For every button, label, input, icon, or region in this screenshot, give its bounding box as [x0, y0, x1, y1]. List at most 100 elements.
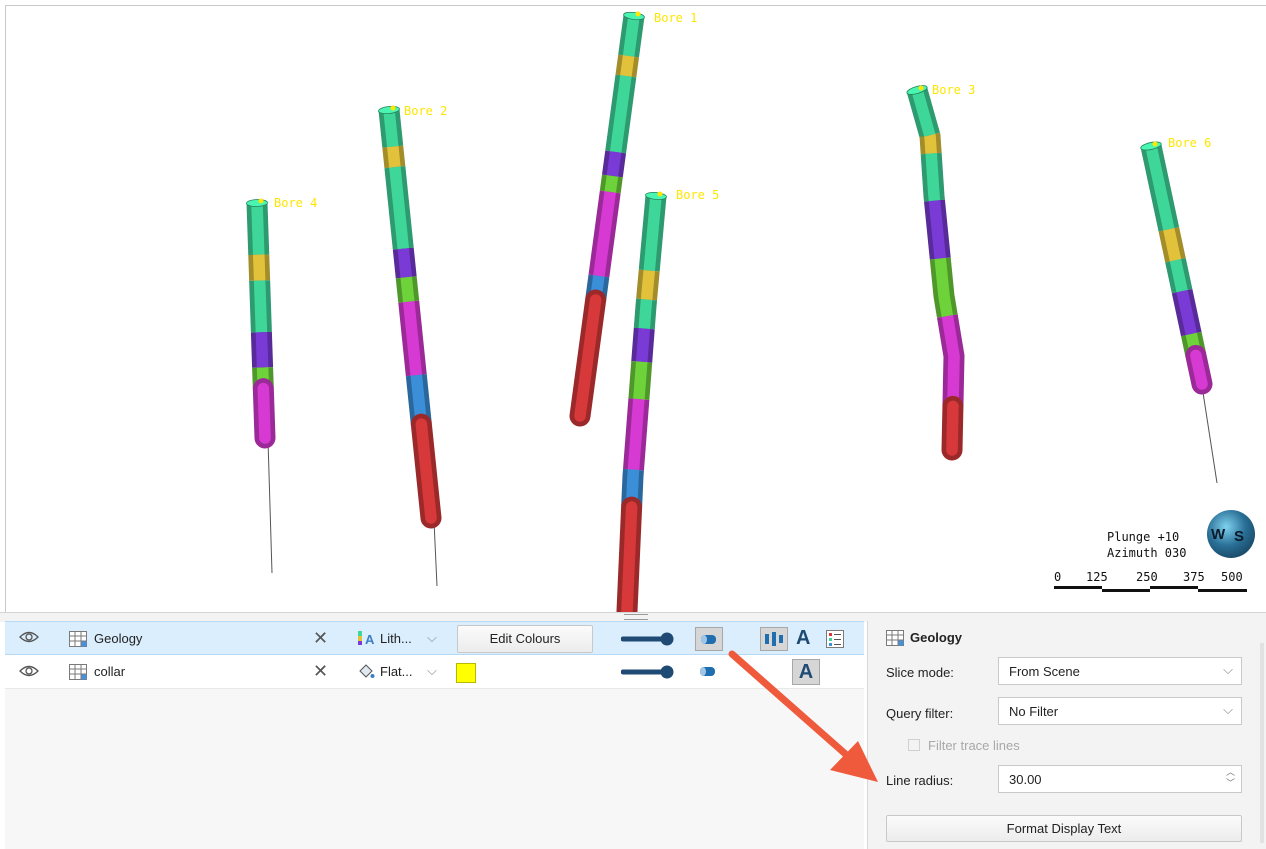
opacity-slider[interactable] [620, 631, 677, 650]
bore-4-interval-highlight [252, 254, 266, 281]
bore-5-interval-highlight [638, 299, 653, 330]
scale-label-500: 500 [1221, 570, 1243, 584]
bore-3-interval-highlight [924, 133, 937, 154]
filter-trace-checkbox[interactable] [908, 739, 920, 751]
scale-label-0: 0 [1054, 570, 1062, 584]
cylinder-display-toggle[interactable] [695, 660, 723, 684]
scene-viewport[interactable]: Bore 1 Bore 2 Bore 3 Bore 4 Bore 5 Bore … [5, 5, 1266, 613]
legend-icon[interactable] [826, 630, 844, 651]
bore-3-interval-highlight [928, 200, 946, 260]
text-label-icon[interactable]: A [792, 659, 820, 685]
azimuth-readout: Azimuth 030 [1107, 546, 1187, 560]
bore-6-collar-marker [1152, 141, 1158, 147]
layer-name: collar [94, 664, 126, 679]
layer-list-panel: Geology ✕ A Lith... ⌵ Edit Colours A col… [5, 621, 864, 849]
line-radius-label: Line radius: [886, 773, 954, 788]
bore-5-interval-highlight [640, 270, 655, 301]
globe-compass-icon[interactable]: W S [1207, 510, 1255, 558]
bore-5-interval-highlight [635, 328, 651, 363]
properties-panel: Geology Slice mode: From Scene ⌵ Query f… [867, 621, 1266, 849]
layer-row-collar[interactable]: collar ✕ Flat... ⌵ A [5, 655, 864, 689]
bore-2-trace-line [433, 520, 438, 587]
bore-6-interval-highlight [1190, 349, 1208, 390]
scale-bar [1054, 586, 1247, 592]
bore-4-interval-highlight [253, 280, 268, 333]
split-display-toggle[interactable] [760, 627, 788, 651]
slice-mode-select[interactable]: From Scene ⌵ [998, 657, 1242, 685]
opacity-slider[interactable] [620, 664, 677, 683]
bore-5-drillhole[interactable] [616, 191, 667, 613]
bore-1-interval-highlight [606, 151, 622, 177]
bore-6-drillhole[interactable] [1140, 140, 1218, 484]
chevron-down-icon: ⌵ [1223, 662, 1233, 677]
bore-4-interval-highlight [251, 202, 265, 255]
bore-3-interval-highlight [934, 257, 954, 318]
eye-icon[interactable] [19, 630, 39, 647]
layer-row-geology[interactable]: Geology ✕ A Lith... ⌵ Edit Colours A [5, 621, 864, 655]
bore-3-drillhole[interactable] [906, 84, 965, 461]
scale-label-250: 250 [1136, 570, 1158, 584]
bore-3-interval-highlight [946, 400, 959, 456]
bore-label-1: Bore 1 [654, 11, 698, 25]
bore-2-interval-highlight [397, 248, 412, 278]
scrollbar[interactable] [1260, 643, 1264, 843]
bore-5-collar-marker [657, 191, 663, 197]
bore-2-interval-highlight [383, 109, 399, 148]
bore-2-interval-highlight [402, 301, 423, 376]
chevron-down-icon: ⌵ [1223, 702, 1233, 717]
bore-6-trace-line [1201, 385, 1218, 484]
bore-label-2: Bore 2 [404, 104, 448, 118]
svg-text:A: A [365, 632, 375, 646]
slice-mode-label: Slice mode: [886, 665, 954, 680]
paint-bucket-icon [357, 663, 375, 682]
compass-letter-w: W [1211, 526, 1226, 543]
bore-4-drillhole[interactable] [246, 198, 276, 574]
bore-label-3: Bore 3 [932, 83, 976, 97]
bore-label-4: Bore 4 [274, 196, 318, 210]
close-icon[interactable]: ✕ [313, 661, 328, 682]
scale-label-375: 375 [1183, 570, 1205, 584]
bore-4-collar-marker [258, 198, 264, 204]
edit-colours-button[interactable]: Edit Colours [457, 625, 593, 653]
close-icon[interactable]: ✕ [313, 628, 328, 649]
chevron-down-icon[interactable]: ⌵ [427, 663, 437, 679]
bore-4-interval-highlight [257, 382, 271, 444]
table-icon [69, 664, 87, 683]
query-filter-value: No Filter [1009, 704, 1059, 719]
bore-2-interval-highlight [400, 276, 415, 303]
table-icon [69, 631, 87, 650]
bore-2-interval-highlight [387, 146, 401, 168]
table-icon [886, 630, 904, 649]
format-display-text-button[interactable]: Format Display Text [886, 815, 1242, 842]
bore-label-5: Bore 5 [676, 188, 720, 202]
bore-4-interval-highlight [255, 332, 269, 368]
slice-mode-value: From Scene [1009, 664, 1080, 679]
line-radius-input[interactable]: 30.00 ︿ ﹀ [998, 765, 1242, 793]
bore-4-trace-line [267, 439, 273, 574]
plunge-readout: Plunge +10 [1107, 530, 1180, 544]
bore-3-collar-marker [918, 85, 924, 91]
splitter-grip[interactable] [624, 614, 648, 620]
line-radius-value: 30.00 [1009, 772, 1042, 787]
colour-swatch[interactable] [456, 663, 476, 683]
chevron-down-icon[interactable]: ⌵ [427, 630, 437, 646]
bore-3-interval-highlight [925, 153, 941, 202]
cylinder-display-toggle[interactable] [695, 627, 723, 651]
eye-icon[interactable] [19, 664, 39, 681]
compass-letter-s: S [1234, 528, 1245, 545]
bore-3-interval-highlight [941, 315, 960, 407]
bore-label-6: Bore 6 [1168, 136, 1212, 150]
scale-label-125: 125 [1086, 570, 1108, 584]
colour-mode-select[interactable]: Flat... [380, 664, 413, 679]
drillhole-canvas[interactable] [6, 6, 1266, 613]
filter-trace-label: Filter trace lines [928, 738, 1020, 753]
text-label-icon[interactable]: A [796, 627, 810, 650]
bore-2-drillhole[interactable] [378, 105, 442, 587]
bore-5-interval-highlight [621, 501, 638, 613]
spin-stepper-icon[interactable]: ︿ ﹀ [1226, 767, 1235, 789]
bore-6-interval-highlight [1169, 259, 1188, 293]
query-filter-select[interactable]: No Filter ⌵ [998, 697, 1242, 725]
layer-name: Geology [94, 631, 143, 646]
properties-title: Geology [910, 630, 963, 645]
colour-mode-select[interactable]: Lith... [380, 631, 412, 646]
